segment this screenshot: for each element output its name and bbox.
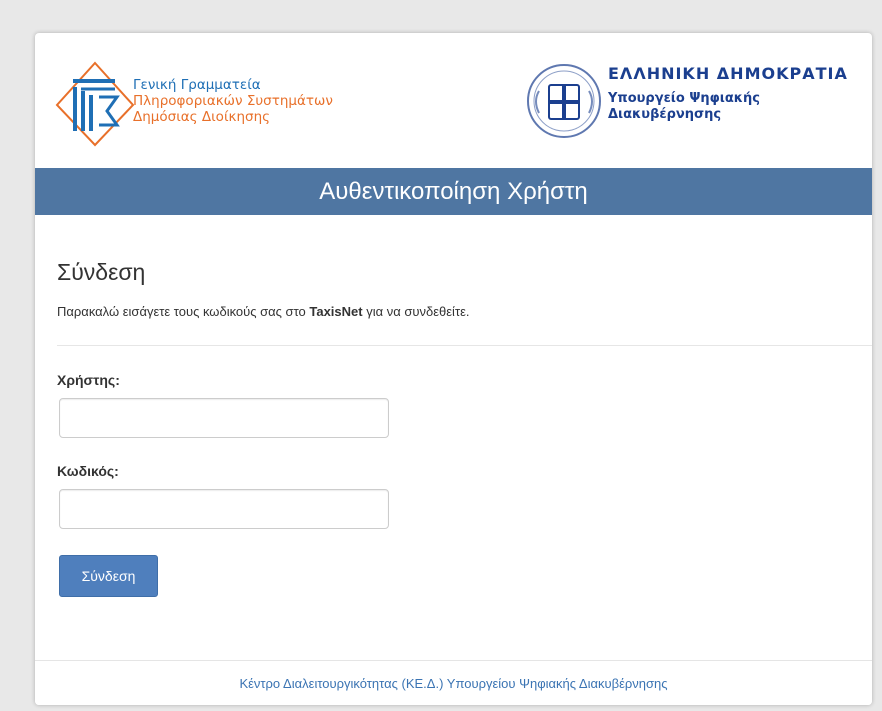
ministry-line-1: ΕΛΛΗΝΙΚΗ ΔΗΜΟΚΡΑΤΙΑ: [608, 64, 848, 83]
gsis-line-3: Δημόσιας Διοίκησης: [133, 109, 271, 125]
page-banner: Αυθεντικοποίηση Χρήστη: [35, 168, 872, 215]
logo-header: Γενική Γραμματεία Πληροφοριακών Συστημάτ…: [35, 33, 872, 168]
intro-text-start: Παρακαλώ εισάγετε τους κωδικούς σας στο: [57, 304, 310, 319]
divider: [57, 345, 872, 346]
gsis-line-1: Γενική Γραμματεία: [133, 77, 261, 93]
login-instructions: Παρακαλώ εισάγετε τους κωδικούς σας στο …: [57, 304, 470, 319]
password-input[interactable]: [59, 489, 389, 529]
username-label: Χρήστης:: [57, 372, 120, 388]
login-button[interactable]: Σύνδεση: [59, 555, 158, 597]
intro-taxisnet: TaxisNet: [309, 304, 363, 319]
password-label: Κωδικός:: [57, 463, 119, 479]
gsis-line-2: Πληροφοριακών Συστημάτων: [133, 93, 333, 109]
intro-text-end: για να συνδεθείτε.: [362, 304, 470, 319]
ministry-line-3: Διακυβέρνησης: [608, 107, 722, 122]
gsis-logo-icon[interactable]: [55, 61, 135, 147]
ministry-line-2: Υπουργείο Ψηφιακής: [608, 91, 760, 106]
footer-link[interactable]: Κέντρο Διαλειτουργικότητας (ΚΕ.Δ.) Υπουρ…: [239, 676, 667, 691]
page-title: Σύνδεση: [57, 259, 146, 285]
ministry-title: ΕΛΛΗΝΙΚΗ ΔΗΜΟΚΡΑΤΙΑ Υπουργείο Ψηφιακής Δ…: [608, 64, 848, 123]
login-card: Γενική Γραμματεία Πληροφοριακών Συστημάτ…: [35, 33, 872, 705]
gsis-logo-text[interactable]: Γενική Γραμματεία Πληροφοριακών Συστημάτ…: [133, 77, 333, 125]
username-input[interactable]: [59, 398, 389, 438]
footer: Κέντρο Διαλειτουργικότητας (ΚΕ.Δ.) Υπουρ…: [35, 660, 872, 705]
greek-seal-icon[interactable]: [525, 61, 603, 141]
